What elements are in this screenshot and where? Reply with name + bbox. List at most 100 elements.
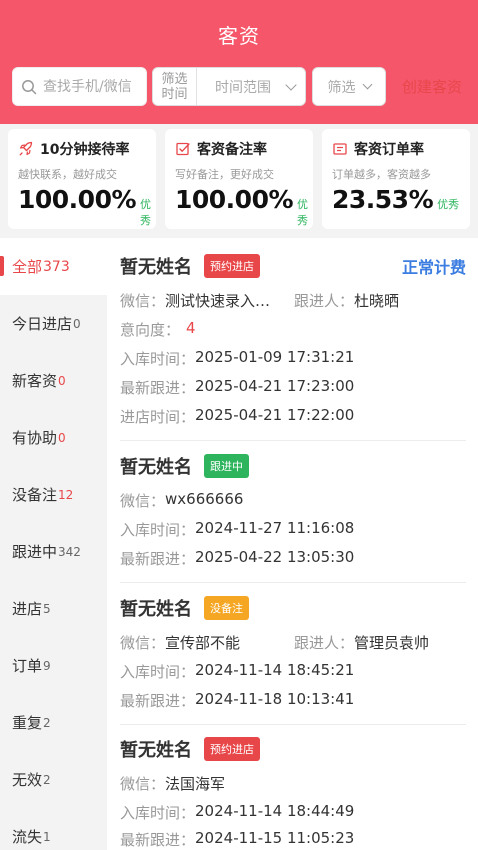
stat-badge: 优秀 (140, 198, 152, 227)
sidebar-item-all[interactable]: 全部 373 (0, 238, 107, 295)
order-icon (333, 143, 347, 155)
wechat-label: 微信： (120, 775, 166, 793)
stat-value: 100.00% (175, 185, 294, 214)
sidebar-item-lost[interactable]: 流失 1 (0, 808, 107, 850)
store-time-label: 进店时间： (120, 408, 196, 426)
sidebar-item-invalid[interactable]: 无效 2 (0, 751, 107, 808)
sidebar-item-label: 全部 (12, 258, 43, 276)
divider (120, 724, 466, 725)
sidebar-item-duplicate[interactable]: 重复 2 (0, 694, 107, 751)
stat-subtitle: 订单越多，客资越多 (332, 168, 431, 181)
time-range-value: 时间范围 (215, 79, 271, 96)
stat-title: 10分钟接待率 (40, 142, 130, 158)
stat-card-order-rate[interactable]: 客资订单率 订单越多，客资越多 23.53% 优秀 (322, 129, 470, 229)
divider (120, 582, 466, 583)
status-badge: 预约进店 (204, 737, 260, 761)
lead-card[interactable]: 暂无姓名 预约进店 微信： 法国海军 入库时间： 2024-11-14 18:44:… (120, 735, 466, 850)
chevron-down-icon (285, 78, 297, 91)
divider (120, 440, 466, 441)
sidebar-item-count: 0 (58, 430, 66, 445)
lead-card[interactable]: 暂无姓名 跟进中 微信： wx666666 入库时间： 2024-11-27 11:… (120, 452, 466, 584)
category-sidebar: 全部 373 今日进店 0 新客资 0 有协助 0 没备注 12 跟进中 342 进店 5 订… (0, 238, 107, 850)
sidebar-item-label: 跟进中 (12, 543, 58, 561)
sidebar-item-count: 342 (58, 544, 81, 559)
in-time-label: 入库时间： (120, 521, 196, 539)
latest-follow-value: 2024-11-18 10:13:41 (195, 690, 355, 708)
status-badge: 跟进中 (204, 454, 249, 478)
store-time-value: 2025-04-21 17:22:00 (195, 406, 355, 424)
status-badge: 没备注 (204, 596, 249, 620)
sidebar-item-count: 2 (43, 772, 51, 787)
latest-follow-value: 2025-04-21 17:23:00 (195, 377, 355, 395)
in-time-value: 2025-01-09 17:31:21 (195, 348, 355, 366)
lead-name: 暂无姓名 (120, 599, 192, 620)
sidebar-item-label: 新客资 (12, 372, 58, 390)
in-time-value: 2024-11-27 11:16:08 (195, 519, 355, 537)
sidebar-item-today-visit[interactable]: 今日进店 0 (0, 295, 107, 352)
follower-label: 跟进人： (294, 292, 355, 310)
latest-follow-label: 最新跟进： (120, 831, 196, 849)
latest-follow-value: 2024-11-15 11:05:23 (195, 829, 355, 847)
sidebar-item-visited[interactable]: 进店 5 (0, 580, 107, 637)
lead-name: 暂无姓名 (120, 740, 192, 761)
lead-card[interactable]: 暂无姓名 预约进店 正常计费 微信： 测试快速录入… 跟进人：杜晓晒 意向度： 4 … (120, 252, 466, 442)
sidebar-item-label: 有协助 (12, 429, 58, 447)
sidebar-item-label: 没备注 (12, 486, 58, 504)
wechat-label: 微信： (120, 492, 166, 510)
sidebar-item-label: 进店 (12, 600, 43, 618)
sidebar-item-label: 无效 (12, 771, 43, 789)
lead-card[interactable]: 暂无姓名 没备注 微信： 宣传部不能 跟进人：管理员袁帅 入库时间： 2024-11… (120, 594, 466, 726)
wechat-value: 法国海军 (165, 775, 226, 793)
search-box[interactable] (12, 67, 147, 106)
lead-name: 暂无姓名 (120, 457, 192, 478)
sidebar-item-label: 今日进店 (12, 315, 73, 333)
sidebar-item-orders[interactable]: 订单 9 (0, 637, 107, 694)
stat-card-reception-rate[interactable]: 10分钟接待率 越快联系，越好成交 100.00% 优秀 (8, 129, 156, 229)
sidebar-item-count: 0 (58, 373, 66, 388)
sidebar-item-count: 5 (43, 601, 51, 616)
latest-follow-value: 2025-04-22 13:05:30 (195, 548, 355, 566)
stat-title: 客资订单率 (354, 142, 424, 158)
sidebar-item-following[interactable]: 跟进中 342 (0, 523, 107, 580)
sidebar-item-assisted[interactable]: 有协助 0 (0, 409, 107, 466)
sidebar-item-count: 2 (43, 715, 51, 730)
chevron-down-icon (362, 79, 372, 90)
time-filter-label: 筛选 时间 (153, 68, 197, 105)
sidebar-item-count: 9 (43, 658, 51, 673)
stat-badge: 优秀 (437, 198, 460, 211)
wechat-value: 宣传部不能 (165, 634, 241, 652)
search-icon (22, 79, 37, 94)
follower-label: 跟进人： (294, 634, 355, 652)
latest-follow-label: 最新跟进： (120, 692, 196, 710)
billing-status[interactable]: 正常计费 (402, 254, 466, 278)
sidebar-item-no-remark[interactable]: 没备注 12 (0, 466, 107, 523)
time-filter-label-line2: 时间 (161, 86, 188, 102)
filter-dropdown[interactable]: 筛选 (312, 67, 386, 106)
sidebar-item-count: 373 (43, 258, 70, 275)
stat-value: 100.00% (18, 185, 137, 214)
intent-label: 意向度： (120, 321, 181, 339)
stat-card-remark-rate[interactable]: 客资备注率 写好备注，更好成交 100.00% 优秀 (165, 129, 313, 229)
filter-label: 筛选 (327, 79, 356, 96)
latest-follow-label: 最新跟进： (120, 379, 196, 397)
in-time-label: 入库时间： (120, 663, 196, 681)
lead-list: 暂无姓名 预约进店 正常计费 微信： 测试快速录入… 跟进人：杜晓晒 意向度： 4 … (107, 238, 478, 850)
search-input[interactable] (43, 78, 143, 95)
create-lead-button[interactable]: 创建客资 (392, 67, 472, 106)
wechat-value: 测试快速录入… (165, 292, 271, 310)
in-time-label: 入库时间： (120, 804, 196, 822)
sidebar-item-new-leads[interactable]: 新客资 0 (0, 352, 107, 409)
intent-value: 4 (186, 319, 196, 337)
stat-subtitle: 越快联系，越好成交 (18, 168, 117, 181)
checkbox-icon (176, 142, 190, 156)
stat-value: 23.53% (332, 185, 434, 214)
latest-follow-label: 最新跟进： (120, 550, 196, 568)
status-badge: 预约进店 (204, 254, 260, 278)
wechat-label: 微信： (120, 292, 166, 310)
lead-name: 暂无姓名 (120, 257, 192, 278)
in-time-label: 入库时间： (120, 350, 196, 368)
sidebar-item-count: 1 (43, 829, 51, 844)
sidebar-item-label: 订单 (12, 657, 43, 675)
stat-title: 客资备注率 (197, 142, 267, 158)
time-range-filter[interactable]: 筛选 时间 时间范围 (152, 67, 306, 106)
